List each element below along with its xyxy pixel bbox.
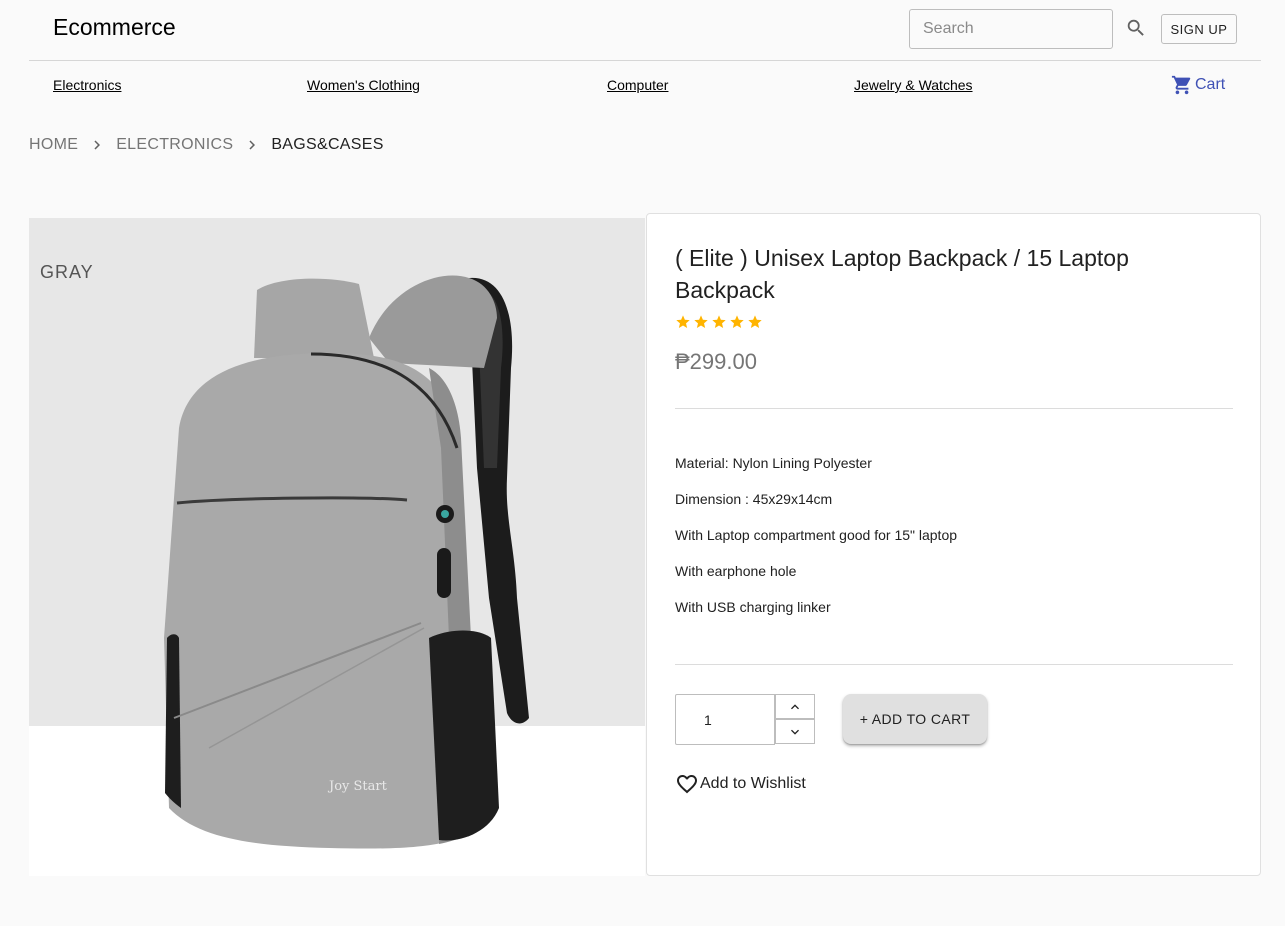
breadcrumb-home[interactable]: HOME <box>29 136 78 154</box>
cart-icon <box>1171 75 1191 95</box>
star-icon <box>676 315 690 328</box>
heart-outline-icon <box>677 775 697 794</box>
chevron-up-icon <box>791 703 799 709</box>
breadcrumb-current: BAGS&CASES <box>271 136 384 153</box>
product-title: ( Elite ) Unisex Laptop Backpack / 15 La… <box>675 245 1129 303</box>
breadcrumb: HOME ELECTRONICS BAGS&CASES <box>29 136 384 154</box>
cart-link[interactable]: Cart <box>1171 74 1225 96</box>
star-icon <box>712 315 726 328</box>
divider <box>675 408 1233 409</box>
breadcrumb-electronics[interactable]: ELECTRONICS <box>116 136 233 154</box>
add-to-wishlist-button[interactable]: Add to Wishlist <box>675 772 806 796</box>
chevron-right-icon <box>249 140 256 150</box>
quantity-increment-button[interactable] <box>775 694 815 719</box>
description-line: With USB charging linker <box>675 599 831 615</box>
search-icon[interactable] <box>1125 17 1147 39</box>
backpack-illustration: Joy Start <box>164 275 529 849</box>
add-to-cart-button[interactable]: + ADD TO CART <box>843 694 987 744</box>
backpack-brand-text: Joy Start <box>327 779 388 794</box>
quantity-input[interactable] <box>675 694 775 745</box>
description-line: With Laptop compartment good for 15" lap… <box>675 527 958 543</box>
product-image[interactable]: GRAY Joy Start <box>29 218 645 876</box>
quantity-decrement-button[interactable] <box>775 719 815 744</box>
search-input[interactable] <box>909 9 1113 49</box>
nav-link-computer[interactable]: Computer <box>607 77 668 93</box>
wishlist-label: Add to Wishlist <box>700 775 806 792</box>
product-detail-card: ( Elite ) Unisex Laptop Backpack / 15 La… <box>646 213 1261 876</box>
header: Ecommerce SIGN UP <box>29 0 1261 61</box>
star-icon <box>748 315 762 328</box>
nav-link-electronics[interactable]: Electronics <box>53 77 121 93</box>
rating-stars <box>675 314 765 330</box>
chevron-right-icon <box>94 140 101 150</box>
nav-link-womens-clothing[interactable]: Women's Clothing <box>307 77 420 93</box>
description-line: With earphone hole <box>675 563 797 579</box>
cart-label: Cart <box>1195 76 1226 93</box>
description-line: Dimension : 45x29x14cm <box>675 491 833 507</box>
brand-logo[interactable]: Ecommerce <box>53 14 176 41</box>
description-line: Material: Nylon Lining Polyester <box>675 455 872 471</box>
chevron-down-icon <box>791 729 799 735</box>
divider <box>675 664 1233 665</box>
product-price: ₱299.00 <box>675 349 757 374</box>
star-icon <box>730 315 744 328</box>
nav-link-jewelry-watches[interactable]: Jewelry & Watches <box>854 77 973 93</box>
star-icon <box>694 315 708 328</box>
sign-up-button[interactable]: SIGN UP <box>1161 14 1237 44</box>
